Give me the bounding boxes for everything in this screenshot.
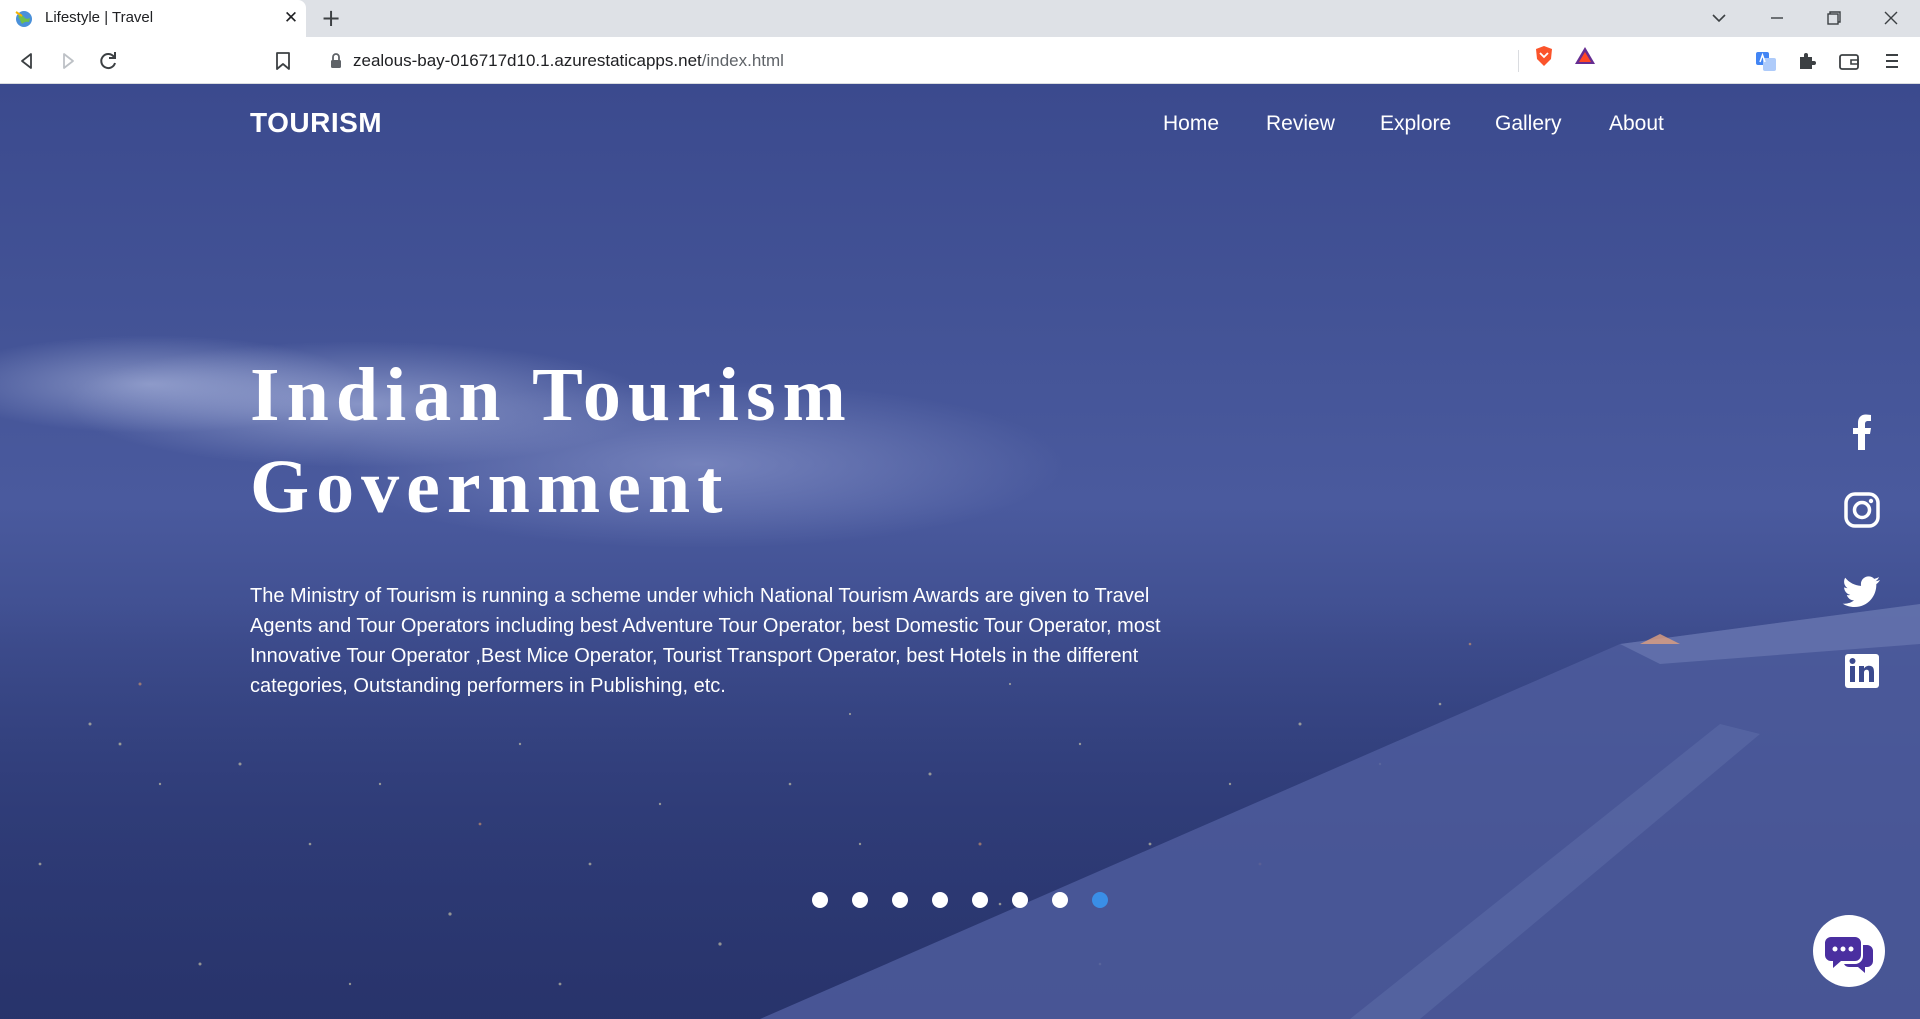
- extensions-icon[interactable]: [1794, 48, 1820, 74]
- slider-dot[interactable]: [932, 892, 948, 908]
- slider-dot[interactable]: [1092, 892, 1108, 908]
- instagram-icon[interactable]: [1842, 490, 1882, 530]
- globe-favicon-icon: [15, 11, 32, 27]
- slider-dot[interactable]: [892, 892, 908, 908]
- url-text[interactable]: zealous-bay-016717d10.1.azurestaticapps.…: [353, 51, 784, 71]
- hero-title-line-1: Indian Tourism: [250, 353, 853, 437]
- new-tab-button[interactable]: +: [318, 5, 344, 31]
- site-logo[interactable]: TOURISM: [250, 107, 382, 139]
- restore-icon[interactable]: [1818, 5, 1848, 31]
- twitter-icon[interactable]: [1842, 571, 1882, 611]
- chat-widget-button[interactable]: [1813, 915, 1885, 987]
- slider-dot[interactable]: [852, 892, 868, 908]
- tab-title: Lifestyle | Travel: [45, 9, 154, 26]
- bookmark-icon[interactable]: [272, 48, 294, 74]
- forward-icon[interactable]: [55, 48, 81, 74]
- slider-dot[interactable]: [972, 892, 988, 908]
- hero-title: Indian Tourism Government: [250, 349, 853, 533]
- omnibox-divider: [1518, 50, 1519, 72]
- hero-title-line-2: Government: [250, 445, 730, 529]
- slider-dot[interactable]: [1012, 892, 1028, 908]
- browser-tab[interactable]: Lifestyle | Travel ✕: [0, 0, 306, 37]
- nav-gallery[interactable]: Gallery: [1495, 112, 1562, 136]
- linkedin-icon[interactable]: [1842, 651, 1882, 691]
- facebook-icon[interactable]: [1842, 410, 1882, 450]
- brave-rewards-icon[interactable]: [1572, 43, 1598, 69]
- nav-explore[interactable]: Explore: [1380, 112, 1451, 136]
- hero-description: The Ministry of Tourism is running a sch…: [250, 585, 1161, 697]
- chat-bubbles-icon: [1825, 937, 1873, 973]
- translate-icon[interactable]: [1753, 48, 1779, 74]
- url-host: zealous-bay-016717d10.1.azurestaticapps.…: [353, 51, 702, 70]
- nav-about[interactable]: About: [1609, 112, 1664, 136]
- menu-icon[interactable]: [1879, 48, 1905, 74]
- nav-home[interactable]: Home: [1163, 112, 1219, 136]
- tab-search-icon[interactable]: [1704, 5, 1734, 31]
- slider-dot[interactable]: [1052, 892, 1068, 908]
- reload-icon[interactable]: [95, 48, 121, 74]
- wallet-icon[interactable]: [1836, 48, 1862, 74]
- url-path: /index.html: [701, 51, 784, 70]
- brave-shields-icon[interactable]: [1531, 43, 1557, 69]
- slider-dot[interactable]: [812, 892, 828, 908]
- nav-review[interactable]: Review: [1266, 112, 1335, 136]
- hero-section: TOURISM Home Review Explore Gallery Abou…: [0, 84, 1920, 1019]
- address-bar[interactable]: zealous-bay-016717d10.1.azurestaticapps.…: [312, 43, 1609, 78]
- close-tab-icon[interactable]: ✕: [281, 8, 301, 28]
- close-window-icon[interactable]: [1876, 5, 1906, 31]
- minimize-icon[interactable]: [1762, 5, 1792, 31]
- lock-icon[interactable]: [328, 52, 344, 70]
- back-icon[interactable]: [14, 48, 40, 74]
- browser-toolbar: zealous-bay-016717d10.1.azurestaticapps.…: [0, 37, 1920, 84]
- tab-strip: Lifestyle | Travel ✕ +: [0, 0, 1920, 37]
